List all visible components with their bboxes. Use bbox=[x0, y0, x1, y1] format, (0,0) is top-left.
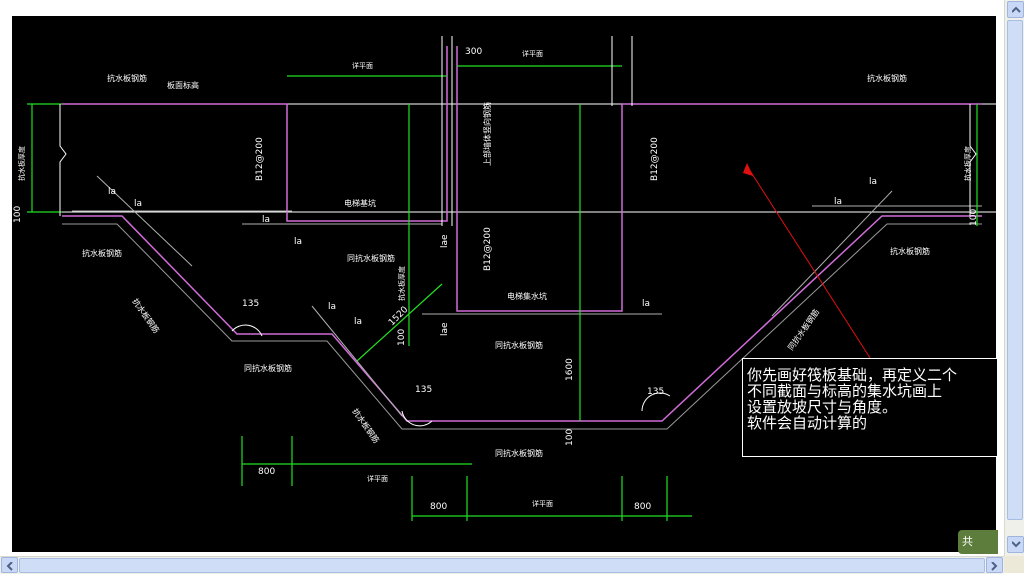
dim-100-bottom: 100 bbox=[565, 429, 575, 446]
label-angle-135-left: 135 bbox=[242, 299, 259, 309]
label-anti-water-slab-rebar-slope-2: 抗水板钢筋 bbox=[350, 406, 381, 445]
dim-800-right: 800 bbox=[634, 502, 651, 512]
label-same-anti-water-rebar-2: 同抗水板钢筋 bbox=[244, 363, 292, 373]
chevron-left-icon bbox=[6, 562, 13, 571]
label-upper-wall-rebar: 上部墙体竖向钢筋 bbox=[482, 102, 492, 166]
label-slab-thickness-mid: 抗水板厚度 bbox=[397, 266, 406, 301]
label-la-2: la bbox=[134, 199, 142, 209]
label-la-4: la bbox=[294, 237, 302, 247]
callout-line-2: 不同截面与标高的集水坑画上 bbox=[747, 382, 943, 400]
chevron-right-icon bbox=[991, 562, 998, 571]
label-rebar-b12-right: B12@200 bbox=[650, 137, 660, 181]
label-lae-2: lae bbox=[440, 322, 450, 336]
scroll-left-button[interactable] bbox=[1, 557, 18, 573]
dim-300: 300 bbox=[465, 47, 482, 57]
dim-100-left: 100 bbox=[13, 206, 23, 223]
label-la-9: la bbox=[869, 177, 877, 187]
label-detail-plan-bottom-left: 详平面 bbox=[367, 474, 388, 483]
chevron-down-icon bbox=[1012, 541, 1021, 548]
label-anti-water-slab-rebar-left: 抗水板钢筋 bbox=[82, 248, 122, 258]
scroll-up-button[interactable] bbox=[1007, 1, 1024, 18]
label-lae-1: lae bbox=[440, 234, 450, 248]
callout-line-1: 你先画好筏板基础，再定义二个 bbox=[747, 366, 958, 384]
label-anti-water-slab-rebar-right: 抗水板钢筋 bbox=[890, 246, 930, 256]
label-same-anti-water-rebar-3: 同抗水板钢筋 bbox=[495, 340, 543, 350]
label-elevator-pit: 电梯基坑 bbox=[344, 198, 376, 208]
label-elevator-sump: 电梯集水坑 bbox=[507, 291, 547, 301]
label-la-5: la bbox=[328, 302, 336, 312]
dim-100-right: 100 bbox=[969, 209, 979, 226]
chevron-up-icon bbox=[1012, 6, 1021, 13]
callout-line-3: 设置放坡尺寸与角度。 bbox=[747, 398, 898, 416]
label-anti-water-slab-rebar-top-right: 抗水板钢筋 bbox=[867, 73, 907, 83]
scroll-down-button[interactable] bbox=[1007, 536, 1024, 553]
cad-drawing: 抗水板钢筋 板面标高 详平面 详平面 抗水板钢筋 电梯基坑 电梯集水坑 抗水板钢… bbox=[13, 36, 996, 521]
label-slab-thickness-left: 抗水板厚度 bbox=[17, 146, 26, 181]
label-same-anti-water-rebar-1: 同抗水板钢筋 bbox=[347, 253, 395, 263]
dim-1600: 1600 bbox=[565, 358, 575, 381]
label-anti-water-slab-rebar-slope-1: 抗水板钢筋 bbox=[130, 296, 161, 335]
dim-800-left: 800 bbox=[258, 467, 275, 477]
label-angle-135-right: 135 bbox=[647, 387, 664, 397]
label-la-8: la bbox=[834, 197, 842, 207]
callout-line-4: 软件会自动计算的 bbox=[747, 414, 868, 432]
dim-800-mid: 800 bbox=[430, 502, 447, 512]
label-detail-plan-left: 详平面 bbox=[352, 61, 373, 70]
annotation-callout: 你先画好筏板基础，再定义二个 不同截面与标高的集水坑画上 设置放坡尺寸与角度。 … bbox=[742, 358, 998, 457]
vertical-scrollbar[interactable] bbox=[1004, 0, 1024, 556]
label-la-6: la bbox=[354, 317, 362, 327]
label-la-1: la bbox=[108, 187, 116, 197]
scroll-right-button[interactable] bbox=[986, 557, 1003, 573]
label-slab-elevation: 板面标高 bbox=[167, 80, 199, 90]
label-detail-plan-bottom-right: 详平面 bbox=[532, 499, 553, 508]
scrollbar-corner bbox=[1004, 556, 1024, 573]
horizontal-scrollbar[interactable] bbox=[0, 556, 1004, 574]
badge-label: 共 bbox=[962, 535, 973, 548]
vertical-scroll-thumb[interactable] bbox=[1007, 20, 1023, 520]
corner-badge[interactable]: 共 bbox=[958, 530, 998, 554]
label-la-3: la bbox=[262, 215, 270, 225]
label-la-7: la bbox=[642, 299, 650, 309]
label-same-anti-water-rebar-4: 同抗水板钢筋 bbox=[495, 448, 543, 458]
label-angle-135-mid: 135 bbox=[415, 385, 432, 395]
label-detail-plan-right: 详平面 bbox=[522, 49, 543, 58]
label-slab-thickness-right: 抗水板厚度 bbox=[963, 146, 972, 181]
dim-100-mid: 100 bbox=[397, 329, 407, 346]
label-rebar-b12-mid: B12@200 bbox=[483, 227, 493, 271]
horizontal-scroll-thumb[interactable] bbox=[19, 558, 985, 573]
label-rebar-b12-left: B12@200 bbox=[255, 137, 265, 181]
label-anti-water-slab-rebar-top-left: 抗水板钢筋 bbox=[107, 73, 147, 83]
cad-drawing-canvas[interactable]: 抗水板钢筋 板面标高 详平面 详平面 抗水板钢筋 电梯基坑 电梯集水坑 抗水板钢… bbox=[12, 16, 996, 552]
